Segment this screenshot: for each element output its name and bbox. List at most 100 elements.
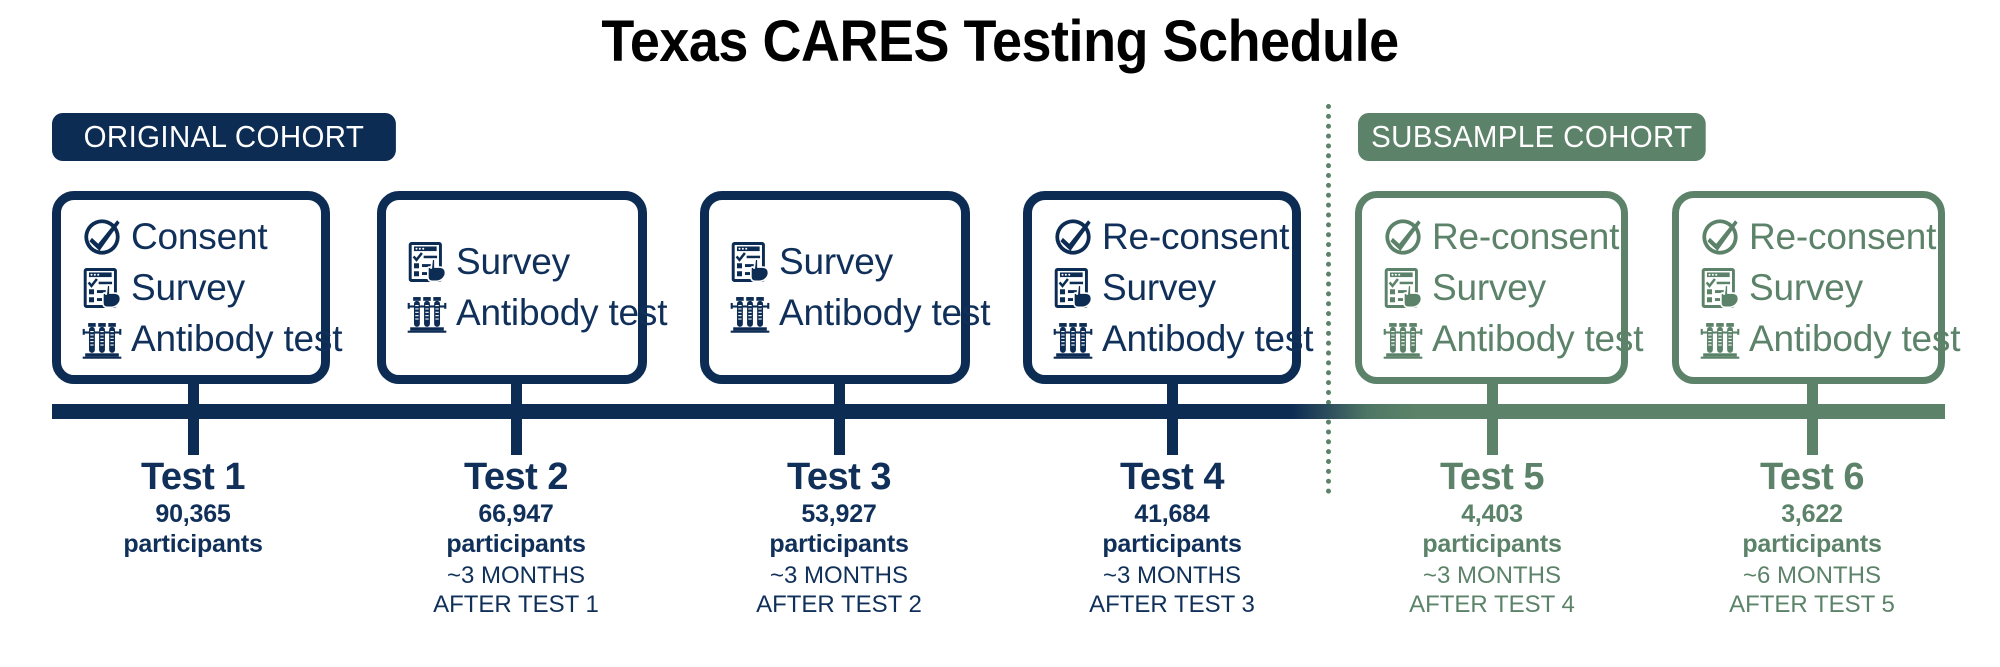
test-tube-rack-icon bbox=[729, 292, 771, 334]
test-gap-line2-2: AFTER TEST 1 bbox=[433, 591, 599, 618]
test-unit-2: participants bbox=[446, 530, 586, 558]
test-card-3: Survey Antibody test bbox=[700, 191, 991, 384]
test-count-3: 53,927 bbox=[801, 500, 877, 528]
test-unit-3: participants bbox=[769, 530, 909, 558]
test-gap-line1-3: ~3 MONTHS bbox=[769, 562, 909, 589]
timeline-stem-3 bbox=[834, 380, 845, 455]
test-card-4: Re-consent Survey Antibody test bbox=[1023, 191, 1314, 384]
card-item-label: Antibody test bbox=[456, 292, 668, 333]
test-card-1: Consent Survey Antibody test bbox=[52, 191, 343, 384]
test-gap-line2-4: AFTER TEST 3 bbox=[1089, 591, 1255, 618]
test-unit-4: participants bbox=[1102, 530, 1242, 558]
test-tube-rack-icon bbox=[1699, 318, 1741, 360]
cohort-badge-original-label: ORIGINAL COHORT bbox=[83, 119, 365, 154]
card-item-label: Antibody test bbox=[779, 292, 991, 333]
card-item-label: Antibody test bbox=[131, 317, 343, 359]
clipboard-hand-icon bbox=[406, 241, 448, 283]
check-circle-icon bbox=[1699, 216, 1741, 258]
card-item-label: Re-consent bbox=[1749, 215, 1937, 257]
timeline-stem-5 bbox=[1487, 380, 1498, 455]
test-count-6: 3,622 bbox=[1781, 500, 1843, 528]
card-item-row: Survey bbox=[1052, 262, 1282, 313]
clipboard-hand-icon bbox=[729, 241, 771, 283]
card-item-label: Consent bbox=[131, 215, 268, 257]
card-item-label: Survey bbox=[779, 241, 893, 282]
cohort-badge-subsample-label: SUBSAMPLE COHORT bbox=[1371, 119, 1693, 154]
test-name-4: Test 4 bbox=[1119, 456, 1225, 498]
timeline-bar bbox=[52, 404, 1945, 419]
check-circle-icon bbox=[1052, 216, 1094, 258]
card-item-row: Consent bbox=[81, 211, 311, 262]
test-count-5: 4,403 bbox=[1461, 500, 1523, 528]
test-count-4: 41,684 bbox=[1134, 500, 1210, 528]
check-circle-icon bbox=[1382, 216, 1424, 258]
test-label-block-1: Test 1 90,365 participants bbox=[43, 455, 343, 559]
page-title: Texas CARES Testing Schedule bbox=[601, 9, 1399, 74]
card-item-row: Survey bbox=[1699, 262, 1928, 313]
test-card-6: Re-consent Survey Antibody test bbox=[1672, 191, 1961, 384]
card-item-label: Survey bbox=[1432, 266, 1546, 308]
test-gap-line1-5: ~3 MONTHS bbox=[1422, 562, 1562, 589]
test-label-block-4: Test 4 41,684 participants ~3 MONTHS AFTER T… bbox=[1022, 455, 1322, 619]
test-card-5: Re-consent Survey Antibody test bbox=[1355, 191, 1644, 384]
test-label-block-3: Test 3 53,927 participants ~3 MONTHS AFTER T… bbox=[689, 455, 989, 619]
clipboard-hand-icon bbox=[1699, 267, 1741, 309]
card-item-row: Survey bbox=[81, 262, 311, 313]
test-gap-line1-2: ~3 MONTHS bbox=[446, 562, 586, 589]
card-item-row: Survey bbox=[406, 237, 628, 288]
cohort-badge-subsample: SUBSAMPLE COHORT bbox=[1358, 113, 1706, 161]
timeline-stem-4 bbox=[1167, 380, 1178, 455]
test-unit-5: participants bbox=[1422, 530, 1562, 558]
timeline-stem-2 bbox=[511, 380, 522, 455]
card-item-row: Antibody test bbox=[1382, 313, 1644, 364]
card-item-row: Antibody test bbox=[729, 288, 991, 339]
test-name-2: Test 2 bbox=[463, 456, 569, 498]
card-item-row: Survey bbox=[1382, 262, 1611, 313]
test-name-5: Test 5 bbox=[1439, 456, 1545, 498]
card-item-row: Antibody test bbox=[1052, 313, 1314, 364]
card-item-row: Antibody test bbox=[81, 313, 343, 364]
test-label-block-6: Test 6 3,622 participants ~6 MONTHS AFTER TE… bbox=[1662, 455, 1962, 619]
cohort-badge-original: ORIGINAL COHORT bbox=[52, 113, 396, 161]
card-item-label: Antibody test bbox=[1102, 317, 1314, 359]
test-tube-rack-icon bbox=[406, 292, 448, 334]
clipboard-hand-icon bbox=[1052, 267, 1094, 309]
test-count-2: 66,947 bbox=[478, 500, 554, 528]
infographic-root: Texas CARES Testing Schedule ORIGINAL CO… bbox=[0, 0, 2000, 667]
card-item-row: Re-consent bbox=[1382, 211, 1619, 262]
card-item-label: Re-consent bbox=[1432, 215, 1620, 257]
card-item-row: Re-consent bbox=[1052, 211, 1289, 262]
card-item-row: Antibody test bbox=[406, 288, 668, 339]
test-gap-line2-6: AFTER TEST 5 bbox=[1729, 591, 1895, 618]
test-card-2: Survey Antibody test bbox=[377, 191, 668, 384]
card-item-label: Antibody test bbox=[1432, 317, 1644, 359]
test-gap-line1-6: ~6 MONTHS bbox=[1742, 562, 1882, 589]
test-gap-line2-3: AFTER TEST 2 bbox=[756, 591, 922, 618]
card-item-label: Survey bbox=[456, 241, 570, 282]
test-name-3: Test 3 bbox=[786, 456, 892, 498]
test-gap-line2-5: AFTER TEST 4 bbox=[1409, 591, 1575, 618]
card-item-label: Antibody test bbox=[1749, 317, 1961, 359]
test-name-1: Test 1 bbox=[140, 456, 246, 498]
test-label-block-5: Test 5 4,403 participants ~3 MONTHS AFTER TE… bbox=[1342, 455, 1642, 619]
card-item-label: Survey bbox=[1102, 266, 1216, 308]
test-gap-line1-4: ~3 MONTHS bbox=[1102, 562, 1242, 589]
card-item-label: Survey bbox=[1749, 266, 1863, 308]
test-label-block-2: Test 2 66,947 participants ~3 MONTHS AFTER T… bbox=[366, 455, 666, 619]
test-tube-rack-icon bbox=[81, 318, 123, 360]
test-tube-rack-icon bbox=[1382, 318, 1424, 360]
card-item-row: Survey bbox=[729, 237, 951, 288]
card-item-row: Antibody test bbox=[1699, 313, 1961, 364]
test-tube-rack-icon bbox=[1052, 318, 1094, 360]
test-name-6: Test 6 bbox=[1759, 456, 1865, 498]
clipboard-hand-icon bbox=[1382, 267, 1424, 309]
check-circle-icon bbox=[81, 216, 123, 258]
test-unit-1: participants bbox=[123, 530, 263, 558]
card-item-label: Survey bbox=[131, 266, 245, 308]
cohort-divider-dotted-line bbox=[1326, 104, 1331, 494]
test-count-1: 90,365 bbox=[155, 500, 231, 528]
clipboard-hand-icon bbox=[81, 267, 123, 309]
card-item-row: Re-consent bbox=[1699, 211, 1936, 262]
timeline-stem-1 bbox=[188, 380, 199, 455]
timeline-stem-6 bbox=[1807, 380, 1818, 455]
